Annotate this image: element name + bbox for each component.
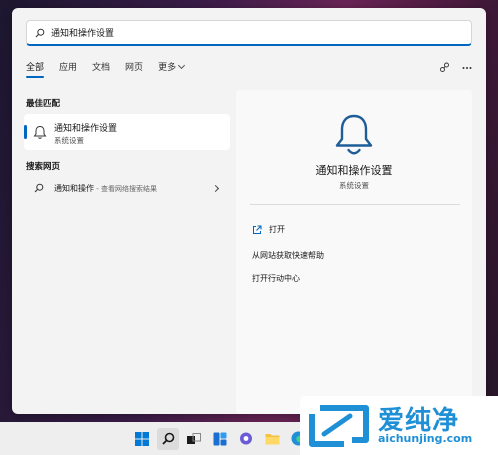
best-match-title: 通知和操作设置 xyxy=(54,124,118,134)
more-options-icon[interactable] xyxy=(462,66,472,70)
search-icon xyxy=(35,28,45,37)
task-view-icon[interactable] xyxy=(183,428,205,450)
share-icon[interactable] xyxy=(439,62,450,73)
tab-more[interactable]: 更多 xyxy=(158,60,186,80)
web-help-action[interactable]: 从网站获取快速帮助 xyxy=(252,250,324,261)
action-center-action[interactable]: 打开行动中心 xyxy=(252,273,300,284)
bell-icon xyxy=(335,114,373,155)
tab-apps[interactable]: 应用 xyxy=(59,60,77,80)
search-query: 通知和操作设置 xyxy=(51,29,115,39)
chevron-down-icon xyxy=(178,61,186,70)
search-panel: 通知和操作设置 全部 应用 文档 网页 更多 最佳匹配 通知和操作设置 系统设置… xyxy=(12,8,486,414)
tab-all[interactable]: 全部 xyxy=(26,60,45,80)
bell-icon xyxy=(33,125,47,139)
detail-title: 通知和操作设置 xyxy=(315,164,393,177)
top-actions xyxy=(427,62,472,73)
search-icon xyxy=(34,183,44,193)
search-icon[interactable] xyxy=(157,427,179,450)
best-match-item[interactable]: 通知和操作设置 系统设置 xyxy=(24,114,230,150)
best-match-label: 最佳匹配 xyxy=(26,99,61,109)
web-search-text: 通知和操作 - 查看网络搜索结果 xyxy=(54,183,157,194)
detail-subtitle: 系统设置 xyxy=(339,181,369,190)
web-search-hint: - 查看网络搜索结果 xyxy=(94,185,157,193)
watermark: 爱纯净 aichunjing.com xyxy=(300,396,498,455)
search-input[interactable]: 通知和操作设置 xyxy=(26,20,472,46)
selection-indicator xyxy=(24,125,27,139)
divider xyxy=(250,204,460,205)
open-icon xyxy=(253,225,262,234)
detail-pane: 通知和操作设置 系统设置 打开 从网站获取快速帮助 打开行动中心 xyxy=(236,90,472,414)
chat-icon[interactable] xyxy=(235,428,257,450)
watermark-url: aichunjing.com xyxy=(378,432,473,445)
best-match-subtitle: 系统设置 xyxy=(54,136,84,145)
widgets-icon[interactable] xyxy=(209,428,231,450)
filter-tabs: 全部 应用 文档 网页 更多 xyxy=(26,60,199,80)
file-explorer-icon[interactable] xyxy=(261,428,283,450)
web-search-query: 通知和操作 xyxy=(54,184,94,193)
start-icon[interactable] xyxy=(131,428,153,450)
tab-documents[interactable]: 文档 xyxy=(92,60,110,80)
web-search-item[interactable]: 通知和操作 - 查看网络搜索结果 xyxy=(24,180,230,198)
web-search-label: 搜索网页 xyxy=(26,162,61,172)
web-help-label: 从网站获取快速帮助 xyxy=(252,251,324,260)
tab-web[interactable]: 网页 xyxy=(125,60,143,80)
chevron-right-icon xyxy=(211,184,220,193)
open-action[interactable]: 打开 xyxy=(252,224,285,235)
watermark-logo xyxy=(309,405,369,447)
action-center-label: 打开行动中心 xyxy=(252,274,300,283)
open-label: 打开 xyxy=(269,225,285,234)
